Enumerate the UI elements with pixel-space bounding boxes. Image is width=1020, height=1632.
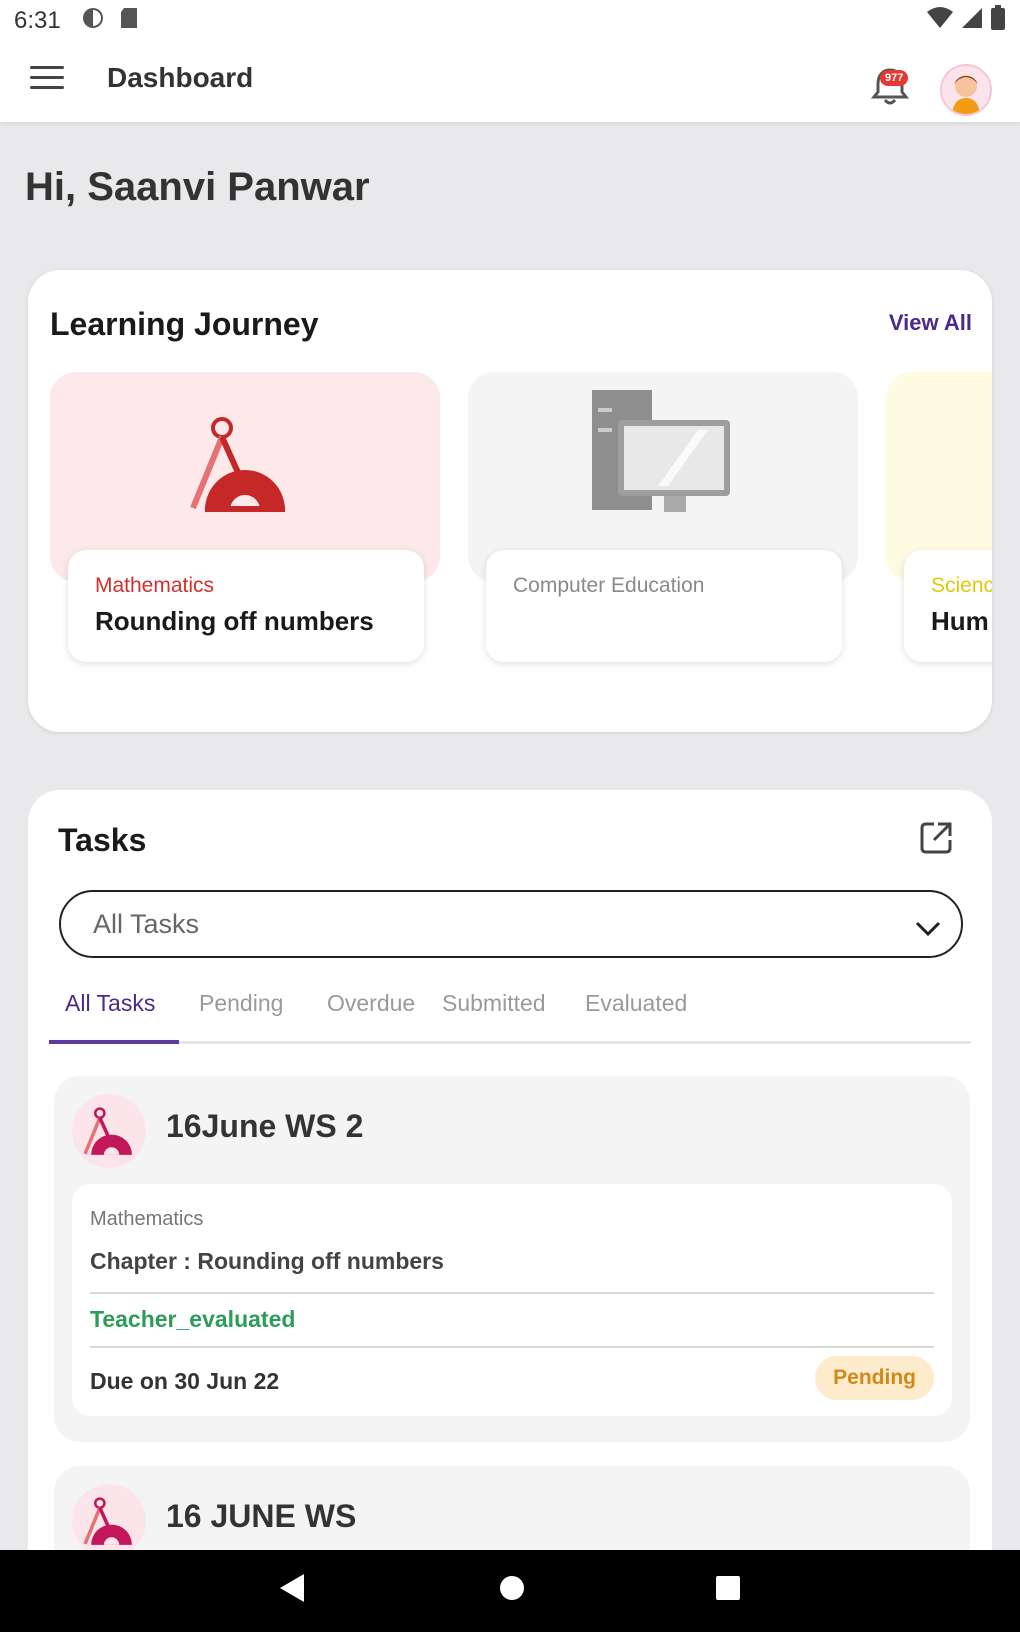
task-item[interactable]: 16 JUNE WS [54, 1466, 970, 1550]
greeting-text: Hi, Saanvi Panwar [25, 165, 370, 209]
tab-all-tasks[interactable]: All Tasks [49, 986, 179, 1044]
subject-info-computer-education[interactable]: Computer Education [486, 550, 842, 662]
subject-name: Computer Education [513, 574, 705, 597]
subject-name: Mathematics [95, 574, 215, 597]
status-time: 6:31 [14, 7, 61, 34]
computer-icon [588, 388, 738, 519]
compass-protractor-icon [72, 1094, 146, 1168]
data-saver-icon [81, 6, 105, 37]
task-evaluation-type: Teacher_evaluated [90, 1306, 296, 1332]
task-name: 16 JUNE WS [166, 1498, 357, 1534]
learning-journey-card: Learning Journey View All Mathematics Ro… [28, 270, 992, 732]
menu-icon[interactable] [30, 66, 64, 96]
tab-overdue[interactable]: Overdue [327, 986, 415, 1044]
back-icon[interactable] [278, 1572, 306, 1609]
task-filter-value: All Tasks [93, 908, 200, 939]
tab-submitted[interactable]: Submitted [442, 986, 546, 1044]
signal-icon [960, 6, 984, 37]
avatar[interactable] [940, 64, 992, 116]
subject-name: Scienc [931, 574, 992, 597]
app-bar: Dashboard 977 [0, 42, 1020, 122]
page-title: Dashboard [107, 62, 254, 93]
battery-icon [990, 4, 1006, 38]
subject-info-mathematics[interactable]: Mathematics Rounding off numbers [68, 550, 424, 662]
task-item[interactable]: 16June WS 2 Mathematics Chapter : Roundi… [54, 1076, 970, 1442]
status-badge: Pending [815, 1356, 934, 1400]
home-icon[interactable] [498, 1574, 526, 1607]
system-navigation-bar [0, 1550, 1020, 1632]
tasks-title: Tasks [58, 822, 147, 858]
learning-journey-title: Learning Journey [50, 306, 319, 342]
tab-evaluated[interactable]: Evaluated [585, 986, 687, 1044]
recents-icon[interactable] [714, 1574, 742, 1607]
subject-info-science[interactable]: Scienc Hum [904, 550, 992, 662]
sd-card-icon [119, 6, 139, 37]
subject-topic: Rounding off numbers [95, 606, 374, 636]
notification-badge: 977 [880, 70, 909, 86]
chevron-down-icon [915, 914, 941, 945]
task-subject: Mathematics [90, 1208, 204, 1230]
task-detail: Mathematics Chapter : Rounding off numbe… [72, 1184, 952, 1416]
tasks-card: Tasks All Tasks All Tasks Pending Overdu… [28, 790, 992, 1550]
status-bar: 6:31 [0, 0, 1020, 42]
task-name: 16June WS 2 [166, 1108, 364, 1144]
view-all-link[interactable]: View All [889, 310, 972, 336]
task-filter-dropdown[interactable]: All Tasks [59, 890, 963, 958]
task-due-date: Due on 30 Jun 22 [90, 1368, 280, 1394]
wifi-icon [926, 6, 954, 37]
task-tabs: All Tasks Pending Overdue Submitted Eval… [49, 986, 971, 1044]
open-external-icon[interactable] [918, 820, 954, 856]
compass-protractor-icon [72, 1484, 146, 1550]
divider [90, 1292, 934, 1294]
task-chapter: Chapter : Rounding off numbers [90, 1248, 444, 1274]
tab-pending[interactable]: Pending [199, 986, 283, 1044]
divider [90, 1346, 934, 1348]
subject-topic: Hum [931, 606, 989, 636]
compass-protractor-icon [185, 408, 295, 523]
